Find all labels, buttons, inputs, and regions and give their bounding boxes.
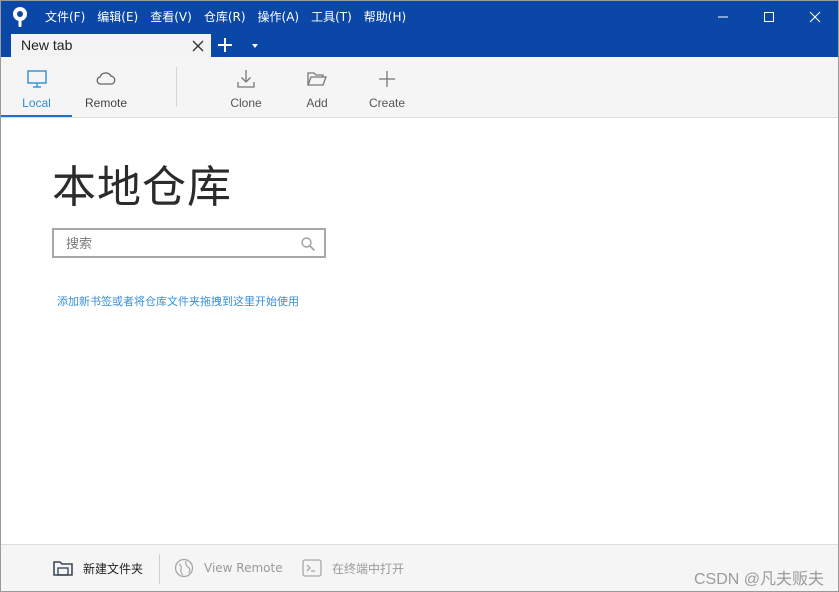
globe-icon [174, 558, 194, 578]
clone-button[interactable]: Clone [214, 57, 278, 117]
tab-label: New tab [21, 37, 73, 53]
tab-list-chevron-down-icon[interactable] [249, 41, 261, 51]
sourcetree-logo-icon [13, 7, 27, 27]
new-folder-label: 新建文件夹 [83, 561, 144, 576]
tab-close-icon[interactable] [190, 38, 206, 54]
maximize-icon [764, 12, 774, 22]
search-box [52, 228, 326, 258]
close-icon [809, 11, 821, 23]
watermark: CSDN @凡夫贩夫 [693, 571, 824, 588]
minimize-icon [718, 16, 728, 18]
clone-label: Clone [230, 96, 262, 110]
menu-repository[interactable]: 仓库(R) [198, 1, 252, 33]
new-folder-button[interactable]: 新建文件夹 [52, 545, 143, 591]
tab-new-tab[interactable]: New tab [11, 34, 211, 57]
bottom-bar: 新建文件夹 View Remote 在终端中打开 CSDN @凡夫贩夫 [1, 544, 838, 591]
menu-tools[interactable]: 工具(T) [305, 1, 358, 33]
terminal-icon [302, 559, 322, 577]
remote-label: Remote [84, 96, 128, 110]
bottom-divider [159, 554, 160, 584]
close-window-button[interactable] [792, 1, 838, 33]
plus-icon [379, 71, 395, 87]
remote-button[interactable]: Remote [72, 57, 140, 117]
view-remote-button[interactable]: View Remote [173, 545, 283, 591]
create-label: Create [368, 96, 406, 110]
menu-bar: 文件(F) 编辑(E) 查看(V) 仓库(R) 操作(A) 工具(T) 帮助(H… [39, 1, 412, 33]
menu-edit[interactable]: 编辑(E) [91, 1, 144, 33]
view-remote-label: View Remote [204, 561, 283, 575]
menu-actions[interactable]: 操作(A) [252, 1, 306, 33]
open-in-terminal-label: 在终端中打开 [332, 561, 405, 576]
minimize-button[interactable] [700, 1, 746, 33]
menu-view[interactable]: 查看(V) [144, 1, 198, 33]
toolbar-divider [176, 67, 177, 107]
folder-open-icon [307, 72, 327, 86]
local-label: Local [22, 96, 51, 110]
maximize-button[interactable] [746, 1, 792, 33]
monitor-icon [26, 70, 47, 88]
add-button[interactable]: Add [287, 57, 347, 117]
menu-help[interactable]: 帮助(H) [358, 1, 412, 33]
cloud-icon [96, 72, 116, 85]
page-title: 本地仓库 [52, 162, 232, 213]
search-input[interactable] [66, 234, 291, 254]
create-button[interactable]: Create [357, 57, 417, 117]
add-bookmark-hint-link[interactable]: 添加新书签或者将仓库文件夹拖拽到这里开始使用 [57, 293, 299, 309]
menu-file[interactable]: 文件(F) [39, 1, 91, 33]
app-window: 文件(F) 编辑(E) 查看(V) 仓库(R) 操作(A) 工具(T) 帮助(H… [0, 0, 839, 592]
download-icon [237, 70, 255, 88]
new-folder-icon [53, 561, 73, 576]
add-label: Add [306, 96, 328, 110]
title-bar: 文件(F) 编辑(E) 查看(V) 仓库(R) 操作(A) 工具(T) 帮助(H… [1, 1, 838, 57]
window-controls [700, 1, 838, 33]
toolbar: Local Remote Clone Add Create [1, 57, 838, 118]
local-button[interactable]: Local [1, 57, 72, 117]
add-tab-icon[interactable] [216, 36, 234, 54]
open-in-terminal-button[interactable]: 在终端中打开 [301, 545, 404, 591]
search-icon [301, 237, 316, 252]
